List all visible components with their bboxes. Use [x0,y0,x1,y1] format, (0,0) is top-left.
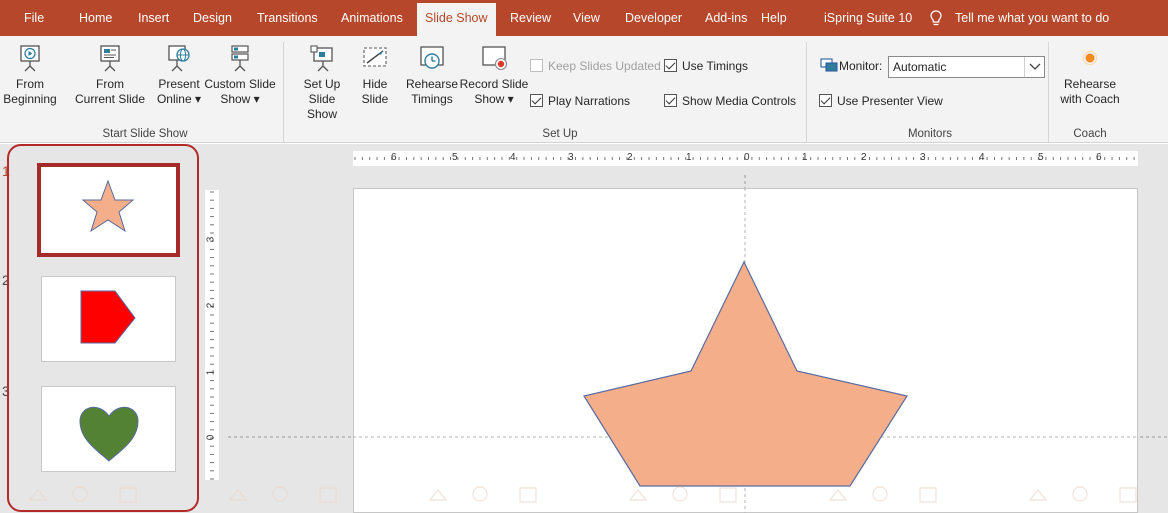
star-shape[interactable] [0,0,1168,513]
